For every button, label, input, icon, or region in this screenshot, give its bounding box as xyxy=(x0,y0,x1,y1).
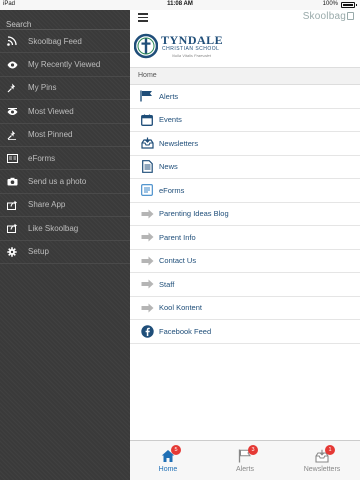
drawer-item-label: Share App xyxy=(28,200,66,210)
menu-row-label: Parenting Ideas Blog xyxy=(159,209,229,219)
status-bar: iPad 11:08 AM 100% xyxy=(0,0,360,10)
drawer-item-like-skoolbag[interactable]: Like Skoolbag xyxy=(0,217,130,241)
menu-row-news[interactable]: News xyxy=(130,156,360,179)
drawer-item-label: My Recently Viewed xyxy=(28,60,101,70)
tab-label: Alerts xyxy=(236,466,254,473)
share-icon xyxy=(6,199,18,211)
menu-row-label: Contact Us xyxy=(159,256,197,266)
menu-row-newsletters[interactable]: Newsletters xyxy=(130,132,360,156)
brand-name: Skoolbag xyxy=(302,11,346,22)
eye-icon xyxy=(6,59,18,71)
school-motto: Nulla Vitalis Praevalet xyxy=(172,53,211,58)
camera-icon xyxy=(6,176,18,188)
menu-row-label: Facebook Feed xyxy=(159,326,212,336)
menu-row-eforms[interactable]: eForms xyxy=(130,179,360,203)
menu-row-label: Parent Info xyxy=(159,232,196,242)
menu-row-label: Newsletters xyxy=(159,138,199,148)
drawer-item-label: Skoolbag Feed xyxy=(28,36,82,46)
pin-icon xyxy=(6,82,18,94)
calendar-icon xyxy=(140,113,154,127)
alerts-badge: 3 xyxy=(248,445,258,455)
arrow-right-icon xyxy=(140,277,154,291)
drawer-item-label: eForms xyxy=(28,153,56,163)
crest-icon xyxy=(134,33,158,59)
arrow-right-icon xyxy=(140,207,154,221)
clock-label: 11:08 AM xyxy=(167,1,193,7)
menu-row-parent-info[interactable]: Parent Info xyxy=(130,226,360,250)
menu-row-label: eForms xyxy=(159,185,185,195)
newsletters-badge: 1 xyxy=(325,445,335,455)
menu-row-parenting-ideas[interactable]: Parenting Ideas Blog xyxy=(130,203,360,226)
arrow-right-icon xyxy=(140,230,154,244)
school-logo: TYNDALE CHRISTIAN SCHOOL Nulla Vitalis P… xyxy=(134,30,234,64)
search-label: Search xyxy=(6,20,32,29)
bag-icon xyxy=(347,12,354,20)
tab-home[interactable]: 5 Home xyxy=(130,441,206,480)
gear-icon xyxy=(6,246,18,258)
arrow-right-icon xyxy=(140,301,154,315)
drawer-item-most-pinned[interactable]: Most Pinned xyxy=(0,124,130,147)
drawer-item-my-pins[interactable]: My Pins xyxy=(0,77,130,101)
menu-row-facebook-feed[interactable]: Facebook Feed xyxy=(130,320,360,344)
battery-percent: 100% xyxy=(322,1,338,7)
arrow-right-icon xyxy=(140,254,154,268)
menu-row-staff[interactable]: Staff xyxy=(130,273,360,297)
tab-label: Newsletters xyxy=(303,466,341,473)
form-icon xyxy=(140,183,154,197)
side-drawer: Search Skoolbag Feed My Recently Viewed … xyxy=(0,10,130,480)
menu-row-alerts[interactable]: Alerts xyxy=(130,85,360,109)
document-icon xyxy=(140,160,154,174)
search-field[interactable]: Search xyxy=(0,10,130,30)
menu-row-label: Alerts xyxy=(159,91,179,101)
menu-row-label: Events xyxy=(159,115,182,125)
drawer-item-label: Send us a photo xyxy=(28,177,87,187)
rss-icon xyxy=(6,35,18,47)
breadcrumb-home[interactable]: Home xyxy=(138,72,157,79)
battery-icon xyxy=(341,2,355,8)
drawer-item-label: Most Pinned xyxy=(28,130,73,140)
menu-row-label: Kool Kontent xyxy=(159,303,202,313)
hamburger-menu-icon[interactable] xyxy=(138,13,148,22)
inbox-icon xyxy=(140,136,154,150)
app-header: Skoolbag TYNDALE CHRISTIAN SCHOOL Nulla … xyxy=(130,10,360,68)
drawer-item-most-viewed[interactable]: Most Viewed xyxy=(0,100,130,124)
bottom-tab-bar: 5 Home 3 Alerts 1 Newsletters xyxy=(130,440,360,480)
drawer-item-send-photo[interactable]: Send us a photo xyxy=(0,170,130,194)
drawer-item-label: Setup xyxy=(28,247,49,257)
menu-row-label: News xyxy=(159,162,178,172)
form-icon xyxy=(6,152,18,164)
breadcrumb: Home xyxy=(130,68,360,85)
menu-row-contact-us[interactable]: Contact Us xyxy=(130,250,360,273)
drawer-item-eforms[interactable]: eForms xyxy=(0,147,130,171)
facebook-icon xyxy=(140,324,154,338)
menu-row-events[interactable]: Events xyxy=(130,109,360,132)
tab-newsletters[interactable]: 1 Newsletters xyxy=(284,441,360,480)
menu-row-kool-kontent[interactable]: Kool Kontent xyxy=(130,297,360,320)
drawer-item-label: Most Viewed xyxy=(28,106,74,116)
drawer-item-label: My Pins xyxy=(28,83,57,93)
eye-icon xyxy=(6,105,18,117)
brand-logo: Skoolbag xyxy=(303,11,354,22)
home-menu-list: Alerts Events Newsletters News eForms Pa… xyxy=(130,85,360,344)
flag-icon xyxy=(140,89,154,103)
drawer-item-skoolbag-feed[interactable]: Skoolbag Feed xyxy=(0,30,130,54)
home-badge: 5 xyxy=(171,445,181,455)
school-subtitle: CHRISTIAN SCHOOL xyxy=(162,46,220,52)
drawer-item-setup[interactable]: Setup xyxy=(0,241,130,264)
tab-alerts[interactable]: 3 Alerts xyxy=(207,441,283,480)
drawer-item-share-app[interactable]: Share App xyxy=(0,194,130,218)
pin-icon xyxy=(6,129,18,141)
drawer-item-recently-viewed[interactable]: My Recently Viewed xyxy=(0,53,130,77)
tab-label: Home xyxy=(158,466,178,473)
share-icon xyxy=(6,222,18,234)
drawer-item-label: Like Skoolbag xyxy=(28,223,79,233)
menu-row-label: Staff xyxy=(159,279,175,289)
